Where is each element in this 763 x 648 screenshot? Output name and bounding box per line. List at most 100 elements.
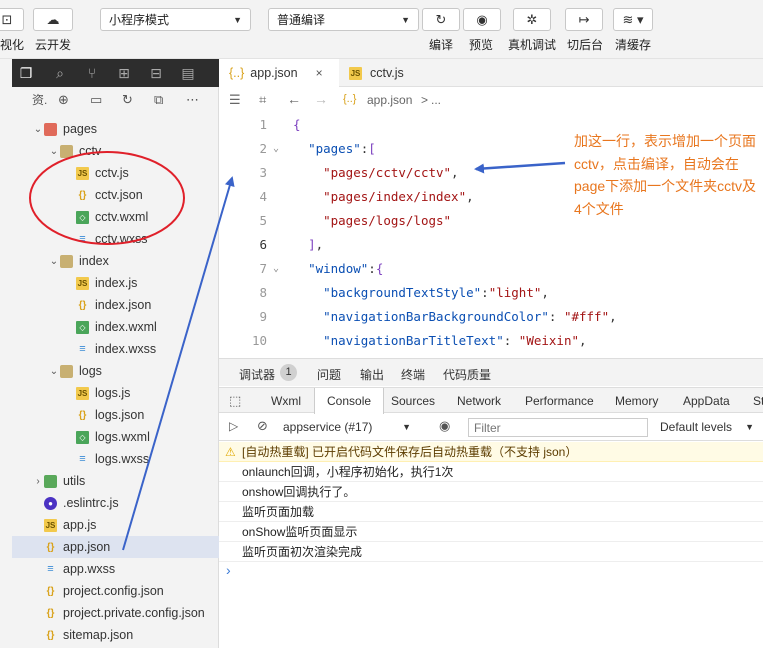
debug-icon[interactable]: ⊟ <box>148 65 164 81</box>
tree-item-label: .eslintrc.js <box>63 496 119 510</box>
tab-wxml[interactable]: Wxml <box>271 394 301 408</box>
clear-cache-label: 清缓存 <box>615 38 652 52</box>
clear-cache-button[interactable]: ≋ ▾ <box>613 8 653 31</box>
compile-mode-select[interactable]: 普通编译 ▼ <box>268 8 419 31</box>
tab-memory[interactable]: Memory <box>615 394 658 408</box>
visualize-button[interactable]: ⊡ <box>0 8 24 31</box>
eye-icon[interactable]: ◉ <box>439 418 450 434</box>
tree-item[interactable]: {} project.private.config.json <box>12 602 219 624</box>
eye-icon: ◉ <box>476 11 488 27</box>
tree-item-label: cctv.json <box>95 188 143 202</box>
context-value: appservice (#17) <box>283 420 373 434</box>
refresh-explorer-icon[interactable]: ↻ <box>122 93 133 107</box>
bookmark-icon[interactable]: ⌗ <box>259 92 266 108</box>
tab-console[interactable]: Console <box>314 388 385 414</box>
tab-problems[interactable]: 问题 <box>317 366 341 383</box>
device-debug-button[interactable]: ✲ <box>513 8 551 31</box>
back-arrow-icon[interactable]: ← <box>287 91 301 107</box>
code-token: , <box>579 333 587 348</box>
inspect-icon[interactable]: ⬚ <box>229 393 241 409</box>
source-control-icon[interactable]: ⑂ <box>84 65 100 81</box>
console-line: onShow监听页面显示 <box>219 522 763 542</box>
tree-item-label: cctv <box>79 144 102 158</box>
new-folder-icon[interactable]: ▭ <box>90 93 102 107</box>
visualize-label: 视化 <box>0 38 25 52</box>
console-prompt[interactable]: › <box>226 562 231 578</box>
tab-network[interactable]: Network <box>457 394 501 408</box>
tree-item-label: logs.wxss <box>95 452 150 466</box>
tab-performance[interactable]: Performance <box>525 394 594 408</box>
collapse-all-icon[interactable]: ⧉ <box>154 93 163 107</box>
preview-button[interactable]: ◉ <box>463 8 501 31</box>
search-icon[interactable]: ⌕ <box>52 65 68 81</box>
code-token: , <box>451 165 459 180</box>
files-icon[interactable]: ❐ <box>18 65 34 81</box>
tab-output[interactable]: 输出 <box>360 366 384 383</box>
extensions-icon[interactable]: ⊞ <box>116 65 132 81</box>
list-icon[interactable]: ☰ <box>229 92 241 108</box>
tree-item-label: app.json <box>63 540 111 554</box>
tree-item[interactable]: ◇ cctv.wxml <box>12 206 219 228</box>
tab-terminal[interactable]: 终端 <box>401 366 425 383</box>
breadcrumb-file[interactable]: app.json <box>367 93 412 107</box>
tree-item[interactable]: ≡ index.wxss <box>12 338 219 360</box>
tree-item[interactable]: {} logs.json <box>12 404 219 426</box>
tree-item[interactable]: {} index.json <box>12 294 219 316</box>
tab-more[interactable]: St <box>753 394 763 408</box>
tree-item[interactable]: JS index.js <box>12 272 219 294</box>
background-button[interactable]: ↦ <box>565 8 603 31</box>
tree-item[interactable]: ≡ logs.wxss <box>12 448 219 470</box>
clear-console-icon[interactable]: ⊘ <box>257 418 268 434</box>
cloud-dev-button[interactable]: ☁ <box>33 8 73 31</box>
tree-item[interactable]: ≡ cctv.wxss <box>12 228 219 250</box>
context-select[interactable]: appservice (#17) ▼ <box>283 418 413 437</box>
json-file-icon: {..} <box>229 66 245 80</box>
compile-button[interactable]: ↻ <box>422 8 460 31</box>
fold-chevron-icon[interactable]: ⌄ <box>273 137 279 161</box>
cloud-files-icon[interactable]: ▤ <box>180 65 196 81</box>
tab-app-json[interactable]: {..} app.json × <box>219 59 339 87</box>
json-file-icon: {..} <box>343 93 357 105</box>
tree-item[interactable]: {} sitemap.json <box>12 624 219 646</box>
sidebar-toggle-icon[interactable]: ▷ <box>229 419 238 433</box>
tree-item[interactable]: ◇ index.wxml <box>12 316 219 338</box>
tab-debugger[interactable]: 调试器 <box>239 366 275 383</box>
tree-item[interactable]: ⌄ cctv <box>12 140 219 162</box>
forward-arrow-icon[interactable]: → <box>314 91 328 107</box>
code-token: "window" <box>308 261 369 276</box>
code-token: : <box>368 261 376 276</box>
tree-item[interactable]: {} project.config.json <box>12 580 219 602</box>
mode-select[interactable]: 小程序模式 ▼ <box>100 8 251 31</box>
js-icon: JS <box>76 276 89 290</box>
tab-code-quality[interactable]: 代码质量 <box>443 366 491 383</box>
console-filter-input[interactable] <box>468 418 648 437</box>
tree-item[interactable]: ≡ app.wxss <box>12 558 219 580</box>
close-icon[interactable]: × <box>316 66 323 80</box>
tree-item[interactable]: {} app.json <box>12 536 219 558</box>
tree-item[interactable]: ● .eslintrc.js <box>12 492 219 514</box>
tree-item[interactable]: › utils <box>12 470 219 492</box>
more-icon[interactable]: ⋯ <box>186 93 199 107</box>
tree-item[interactable]: ⌄ pages <box>12 118 219 140</box>
new-file-icon[interactable]: ⊕ <box>58 93 69 107</box>
fold-chevron-icon[interactable]: ⌄ <box>273 257 279 281</box>
breadcrumb-more[interactable]: ... <box>431 93 441 107</box>
tree-item[interactable]: ⌄ index <box>12 250 219 272</box>
tree-item[interactable]: JS app.js <box>12 514 219 536</box>
tab-appdata[interactable]: AppData <box>683 394 730 408</box>
folder-red-icon <box>44 122 57 136</box>
tree-item[interactable]: ⌄ logs <box>12 360 219 382</box>
tree-item[interactable]: {} cctv.json <box>12 184 219 206</box>
log-levels-select[interactable]: Default levels ▼ <box>660 418 756 437</box>
tree-item[interactable]: JS logs.js <box>12 382 219 404</box>
tree-item[interactable]: JS cctv.js <box>12 162 219 184</box>
code-text: "pages/logs/logs" <box>293 209 451 233</box>
tab-cctv-js[interactable]: JS cctv.js <box>339 59 455 87</box>
tree-item[interactable]: ◇ logs.wxml <box>12 426 219 448</box>
tab-sources[interactable]: Sources <box>391 394 435 408</box>
json-icon: {} <box>78 189 87 201</box>
